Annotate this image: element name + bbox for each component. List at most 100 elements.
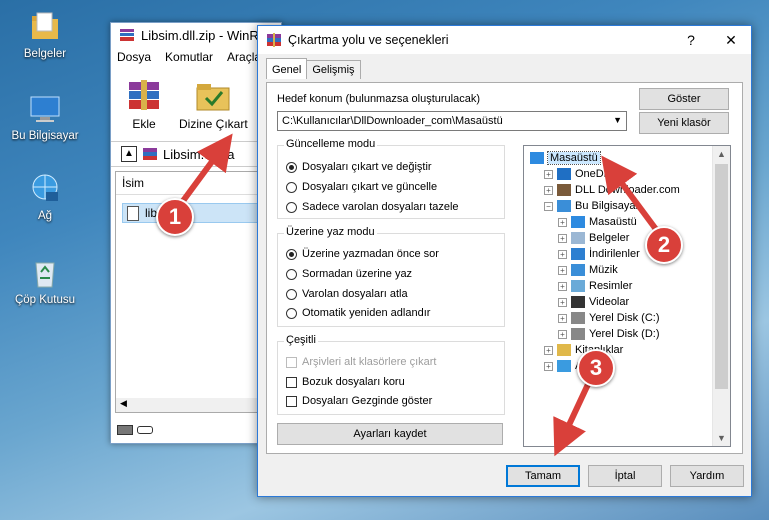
expand-icon[interactable]: + [558, 313, 567, 323]
tree-node[interactable]: + İndirilenler [558, 246, 640, 262]
help-button[interactable]: Yardım [670, 465, 744, 487]
overwrite-mode-group: Üzerine yaz modu Üzerine yazmadan önce s… [277, 226, 505, 327]
add-button[interactable]: Ekle [123, 78, 165, 131]
tree-node-label: İndirilenler [589, 248, 640, 260]
tree-node[interactable]: + Belgeler [558, 230, 629, 246]
radio[interactable] [286, 181, 297, 193]
radio[interactable] [286, 201, 297, 213]
extract-to-button[interactable]: Dizine Çıkart [179, 78, 248, 131]
radio[interactable] [286, 307, 297, 319]
tree-node[interactable]: + Yerel Disk (C:) [558, 310, 660, 326]
help-title-button[interactable]: ? [671, 32, 711, 48]
option-label: Üzerine yazmadan önce sor [302, 248, 439, 260]
ok-button[interactable]: Tamam [506, 465, 580, 487]
desktop-icon-network[interactable]: Ağ [5, 172, 85, 222]
expand-icon[interactable]: + [544, 345, 553, 355]
tree-node[interactable]: + Yerel Disk (D:) [558, 326, 660, 342]
overwrite-option-rename[interactable]: Otomatik yeniden adlandır [286, 307, 430, 319]
winrar-app-icon [266, 32, 282, 48]
tree-node[interactable]: + Videolar [558, 294, 629, 310]
expand-icon[interactable]: + [558, 217, 567, 227]
videos-icon [571, 296, 585, 308]
desktop-icon-this-pc[interactable]: Bu Bilgisayar [5, 92, 85, 142]
libraries-icon [557, 344, 571, 356]
tree-node[interactable]: + DLL Downloader.com [544, 182, 680, 198]
folder-tree[interactable]: Masaüstü + OneDrive + DLL Downloader.com − Bu … [523, 145, 731, 447]
misc-option-keep-broken[interactable]: Bozuk dosyaları koru [286, 376, 405, 388]
winrar-statusbar [111, 417, 281, 443]
close-button[interactable]: ✕ [711, 32, 751, 49]
checkbox[interactable] [286, 376, 297, 388]
network-icon [557, 360, 571, 372]
tab-general[interactable]: Genel [266, 58, 308, 79]
overwrite-option-ask[interactable]: Üzerine yazmadan önce sor [286, 248, 439, 260]
menu-commands[interactable]: Komutlar [165, 50, 213, 64]
option-label: Sormadan üzerine yaz [302, 268, 413, 280]
expand-icon[interactable]: + [558, 297, 567, 307]
scroll-up-icon[interactable]: ▲ [713, 149, 730, 159]
tree-node[interactable]: + Masaüstü [558, 214, 637, 230]
radio[interactable] [286, 268, 297, 280]
up-folder-icon[interactable]: ▲ [121, 146, 137, 162]
new-folder-button[interactable]: Yeni klasör [639, 112, 729, 134]
tree-node[interactable]: + Resimler [558, 278, 632, 294]
expand-icon[interactable]: + [544, 185, 553, 195]
overwrite-option-skip[interactable]: Varolan dosyaları atla [286, 288, 408, 300]
destination-path-combo[interactable]: C:\Kullanıcılar\DllDownloader_com\Masaüs… [277, 111, 627, 131]
radio-selected[interactable] [286, 161, 297, 173]
tab-advanced[interactable]: Gelişmiş [306, 60, 361, 79]
dialog-title: Çıkartma yolu ve seçenekleri [288, 33, 449, 47]
radio[interactable] [286, 288, 297, 300]
file-row[interactable]: libsi [122, 203, 274, 223]
expand-icon[interactable]: + [558, 249, 567, 259]
misc-option-show-in-explorer[interactable]: Dosyaları Gezginde göster [286, 395, 432, 407]
tree-node-label: Resimler [589, 280, 633, 292]
desktop-icon-documents[interactable]: Belgeler [5, 10, 85, 60]
dialog-titlebar[interactable]: Çıkartma yolu ve seçenekleri ? ✕ [258, 26, 751, 54]
menu-file[interactable]: Dosya [117, 50, 151, 64]
cancel-button[interactable]: İptal [588, 465, 662, 487]
update-mode-option-replace[interactable]: Dosyaları çıkart ve değiştir [286, 161, 432, 173]
expand-icon[interactable]: + [558, 265, 567, 275]
option-label: Arşivleri alt klasörlere çıkart [302, 356, 437, 368]
tree-node[interactable]: + Müzik [558, 262, 618, 278]
expand-icon[interactable]: + [558, 329, 567, 339]
winrar-address-bar[interactable]: ▲ Libsim.dll.za [111, 141, 281, 167]
desktop-folder-icon [530, 152, 544, 164]
tree-node[interactable]: − Bu Bilgisayar [544, 198, 639, 214]
show-button[interactable]: Göster [639, 88, 729, 110]
expand-icon[interactable]: + [558, 281, 567, 291]
drive-icon [571, 312, 585, 324]
folder-documents-icon [28, 10, 62, 44]
archive-small-icon [143, 148, 157, 160]
tree-node[interactable]: Masaüstü [530, 150, 601, 166]
desktop-icon-recycle-bin[interactable]: Çöp Kutusu [5, 256, 85, 306]
option-label: Bozuk dosyaları koru [302, 376, 405, 388]
tree-node-label: Belgeler [589, 232, 630, 244]
menu-tools[interactable]: Araçla [227, 50, 261, 64]
expand-icon[interactable]: + [558, 233, 567, 243]
tab-strip: Genel Gelişmiş [266, 58, 361, 79]
winrar-titlebar[interactable]: Libsim.dll.zip - WinR [111, 23, 281, 47]
extract-options-dialog[interactable]: Çıkartma yolu ve seçenekleri ? ✕ Genel G… [257, 25, 752, 497]
checkbox[interactable] [286, 395, 297, 407]
collapse-icon[interactable]: − [544, 201, 553, 211]
overwrite-option-without-prompt[interactable]: Sormadan üzerine yaz [286, 268, 412, 280]
scroll-down-icon[interactable]: ▼ [713, 433, 730, 443]
desktop-folder-icon [571, 216, 585, 228]
column-name-header[interactable]: İsim [116, 172, 280, 195]
tree-node[interactable]: + OneDrive [544, 166, 621, 182]
radio-selected[interactable] [286, 248, 297, 260]
update-mode-option-update[interactable]: Dosyaları çıkart ve güncelle [286, 181, 437, 193]
desktop-icon-label: Çöp Kutusu [14, 294, 76, 306]
horizontal-scrollbar[interactable]: ◀ [116, 398, 280, 412]
scroll-thumb[interactable] [715, 164, 728, 389]
tree-vertical-scrollbar[interactable]: ▲ ▼ [712, 146, 730, 446]
expand-icon[interactable]: + [544, 361, 553, 371]
general-tab-pane: Hedef konum (bulunmazsa oluşturulacak) C… [266, 82, 743, 454]
checkbox-disabled [286, 356, 297, 368]
expand-icon[interactable]: + [544, 169, 553, 179]
update-mode-option-freshen[interactable]: Sadece varolan dosyaları tazele [286, 201, 459, 213]
chevron-down-icon[interactable]: ▼ [613, 115, 622, 125]
save-settings-button[interactable]: Ayarları kaydet [277, 423, 503, 445]
